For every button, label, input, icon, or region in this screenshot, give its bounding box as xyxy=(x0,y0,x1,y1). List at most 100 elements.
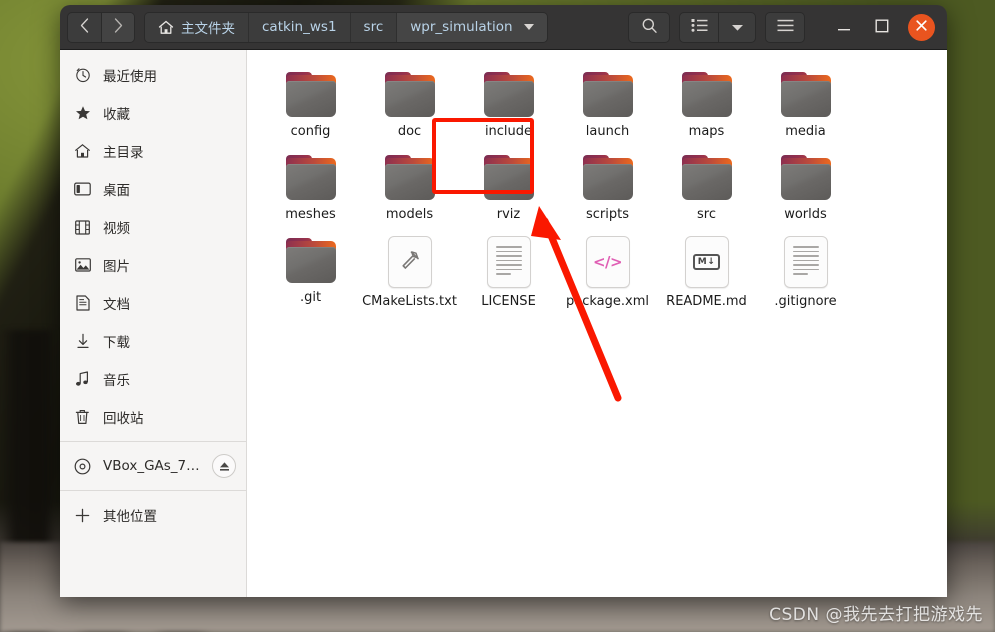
breadcrumb-item-wpr-simulation[interactable]: wpr_simulation xyxy=(396,12,547,42)
sidebar-item-label: 文档 xyxy=(103,297,130,313)
sidebar-item-home[interactable]: 主目录 xyxy=(60,132,246,170)
folder-icon xyxy=(284,153,338,201)
view-list-button[interactable] xyxy=(680,13,718,42)
disc-icon xyxy=(74,458,91,475)
file-item-doc[interactable]: doc xyxy=(360,64,459,147)
sidebar-item-other-locations[interactable]: 其他位置 xyxy=(60,496,246,534)
file-item-launch[interactable]: launch xyxy=(558,64,657,147)
minimize-button[interactable] xyxy=(832,15,856,39)
file-item-cmakelists[interactable]: CMakeLists.txt xyxy=(360,230,459,317)
hamburger-icon xyxy=(777,18,794,36)
file-icon xyxy=(387,236,432,288)
file-item-package-xml[interactable]: </> package.xml xyxy=(558,230,657,317)
hamburger-menu-button[interactable] xyxy=(766,13,804,42)
file-item-readme-md[interactable]: M↓ README.md xyxy=(657,230,756,317)
window-controls xyxy=(832,13,935,41)
breadcrumb-item-catkin-ws1[interactable]: catkin_ws1 xyxy=(248,12,350,42)
file-icon: </> xyxy=(585,236,630,288)
plus-icon xyxy=(74,507,91,524)
file-item-scripts[interactable]: scripts xyxy=(558,147,657,230)
window-header-bar: 主文件夹 catkin_ws1 src wpr_simulation xyxy=(60,5,947,50)
folder-icon xyxy=(482,153,536,201)
navigation-buttons xyxy=(67,11,135,43)
sidebar-divider xyxy=(60,490,246,491)
hammer-icon xyxy=(399,249,421,275)
forward-button[interactable] xyxy=(101,12,134,42)
breadcrumb-label: src xyxy=(363,19,384,35)
file-manager-window: 主文件夹 catkin_ws1 src wpr_simulation 最近使用 … xyxy=(60,5,947,597)
file-item-media[interactable]: media xyxy=(756,64,855,147)
file-name: src xyxy=(697,207,716,222)
sidebar-item-starred[interactable]: 收藏 xyxy=(60,94,246,132)
file-name: README.md xyxy=(666,294,747,309)
home-icon xyxy=(158,20,174,35)
sidebar-item-label: 音乐 xyxy=(103,373,130,389)
sidebar-item-desktop[interactable]: 桌面 xyxy=(60,170,246,208)
folder-icon xyxy=(581,153,635,201)
view-dropdown-button[interactable] xyxy=(718,12,755,42)
folder-icon xyxy=(284,70,338,118)
file-item-worlds[interactable]: worlds xyxy=(756,147,855,230)
file-item-git[interactable]: .git xyxy=(261,230,360,317)
eject-button[interactable] xyxy=(212,454,236,478)
file-icon: M↓ xyxy=(684,236,729,288)
search-icon xyxy=(641,17,658,38)
file-list-view[interactable]: config doc include launch maps media mes… xyxy=(247,50,947,597)
file-name: .git xyxy=(299,290,322,305)
file-item-maps[interactable]: maps xyxy=(657,64,756,147)
sidebar-item-downloads[interactable]: 下载 xyxy=(60,322,246,360)
folder-icon xyxy=(779,70,833,118)
markdown-icon: M↓ xyxy=(692,254,721,270)
sidebar-item-music[interactable]: 音乐 xyxy=(60,360,246,398)
file-name: doc xyxy=(397,124,422,139)
file-name: LICENSE xyxy=(481,294,536,309)
file-name: rviz xyxy=(496,207,521,222)
maximize-button[interactable] xyxy=(870,15,894,39)
file-item-config[interactable]: config xyxy=(261,64,360,147)
desktop: 主文件夹 catkin_ws1 src wpr_simulation 最近使用 … xyxy=(0,0,995,632)
breadcrumb-label: wpr_simulation xyxy=(410,19,513,35)
sidebar-item-pictures[interactable]: 图片 xyxy=(60,246,246,284)
header-actions xyxy=(628,11,940,43)
back-button[interactable] xyxy=(68,13,101,42)
sidebar-item-recent[interactable]: 最近使用 xyxy=(60,56,246,94)
breadcrumb-label: 主文件夹 xyxy=(181,21,235,37)
file-item-include[interactable]: include xyxy=(459,64,558,147)
search-button[interactable] xyxy=(629,13,669,42)
file-name: media xyxy=(785,124,826,139)
file-name: meshes xyxy=(285,207,336,222)
sidebar-item-label: 桌面 xyxy=(103,183,130,199)
list-view-icon xyxy=(691,18,708,37)
download-icon xyxy=(74,333,91,350)
sidebar-item-label: 视频 xyxy=(103,221,130,237)
document-icon xyxy=(74,295,91,312)
file-item-rviz[interactable]: rviz xyxy=(459,147,558,230)
sidebar-item-documents[interactable]: 文档 xyxy=(60,284,246,322)
breadcrumb-item-home[interactable]: 主文件夹 xyxy=(145,12,248,42)
file-item-src[interactable]: src xyxy=(657,147,756,230)
folder-icon xyxy=(482,70,536,118)
trash-icon xyxy=(74,409,91,426)
file-name: maps xyxy=(688,124,725,139)
view-options-group xyxy=(679,11,756,43)
breadcrumb-item-src[interactable]: src xyxy=(349,12,397,42)
chevron-right-icon xyxy=(114,17,123,37)
close-button[interactable] xyxy=(908,13,935,41)
file-item-models[interactable]: models xyxy=(360,147,459,230)
clock-icon xyxy=(74,67,91,84)
sidebar-item-videos[interactable]: 视频 xyxy=(60,208,246,246)
file-name: include xyxy=(484,124,533,139)
file-icon xyxy=(783,236,828,288)
file-item-gitignore[interactable]: .gitignore xyxy=(756,230,855,317)
folder-icon xyxy=(383,70,437,118)
file-name: package.xml xyxy=(566,294,649,309)
file-item-license[interactable]: LICENSE xyxy=(459,230,558,317)
file-name: .gitignore xyxy=(774,294,837,309)
sidebar-item-device-vbox[interactable]: VBox_GAs_7.... xyxy=(60,447,246,485)
folder-icon xyxy=(680,70,734,118)
sidebar-item-trash[interactable]: 回收站 xyxy=(60,398,246,436)
window-body: 最近使用 收藏 主目录 桌面 视频 图片 文档 下载 音乐 回收站 VBox_G… xyxy=(60,50,947,597)
sidebar-divider xyxy=(60,441,246,442)
file-item-meshes[interactable]: meshes xyxy=(261,147,360,230)
sidebar-item-label: 图片 xyxy=(103,259,130,275)
